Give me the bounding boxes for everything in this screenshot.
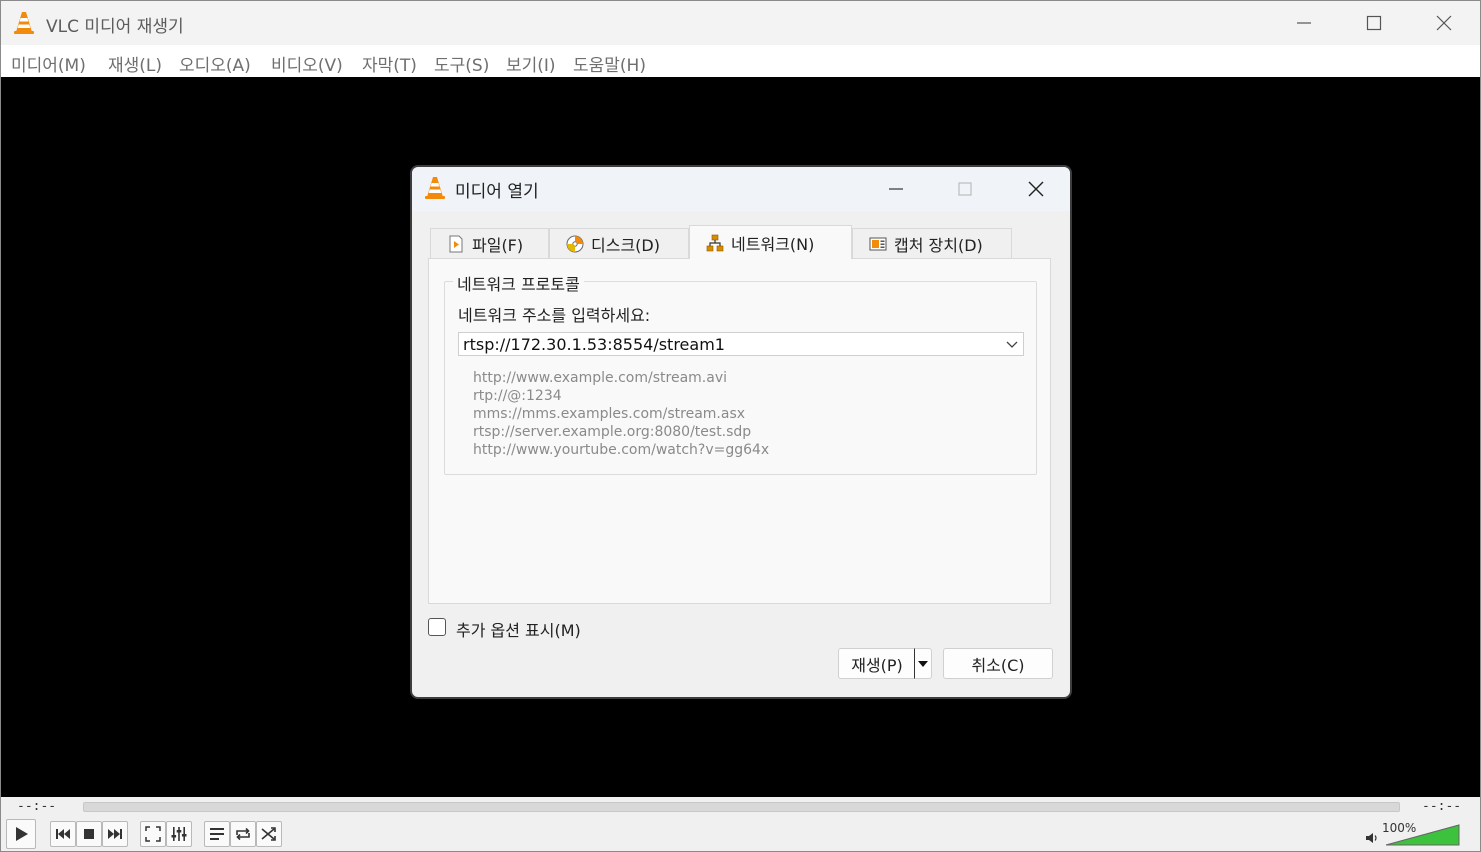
- network-address-combobox[interactable]: [458, 332, 1024, 356]
- dialog-title-bar: 미디어 열기: [412, 167, 1070, 211]
- play-options-dropdown[interactable]: [914, 648, 932, 679]
- menu-tools[interactable]: 도구(S): [434, 51, 489, 76]
- network-icon: [706, 234, 724, 251]
- show-more-options-label[interactable]: 추가 옵션 표시(M): [456, 617, 581, 641]
- play-icon: [16, 827, 28, 841]
- stop-icon: [84, 829, 94, 839]
- tab-network-label: 네트워크(N): [731, 234, 815, 254]
- vlc-cone-icon: [425, 177, 445, 199]
- equalizer-icon: [171, 827, 187, 841]
- tab-capture-device-label: 캡처 장치(D): [894, 235, 983, 255]
- elapsed-time: --:--: [17, 799, 57, 814]
- example-urls: http://www.example.com/stream.avi rtp://…: [473, 369, 769, 459]
- playlist-button[interactable]: [204, 821, 230, 847]
- example-url: mms://mms.examples.com/stream.asx: [473, 406, 746, 422]
- dialog-close-button[interactable]: [1006, 167, 1066, 211]
- previous-button[interactable]: [50, 821, 76, 847]
- tab-file-label: 파일(F): [472, 235, 524, 255]
- maximize-button[interactable]: [1339, 1, 1409, 45]
- menu-help[interactable]: 도움말(H): [573, 51, 646, 76]
- close-button[interactable]: [1409, 1, 1479, 45]
- cancel-button[interactable]: 취소(C): [943, 648, 1053, 679]
- network-protocol-group: 네트워크 프로토콜 네트워크 주소를 입력하세요: http://www.exa…: [444, 271, 1037, 475]
- loop-button[interactable]: [230, 821, 256, 847]
- minimize-icon: [889, 188, 903, 190]
- fullscreen-icon: [145, 826, 161, 842]
- menu-view[interactable]: 보기(I): [506, 51, 556, 76]
- previous-icon: [56, 829, 70, 839]
- loop-icon: [236, 827, 250, 841]
- menu-video[interactable]: 비디오(V): [271, 51, 343, 76]
- group-title: 네트워크 프로토콜: [453, 271, 584, 295]
- fullscreen-button[interactable]: [140, 821, 166, 847]
- example-url: http://www.yourtube.com/watch?v=gg64x: [473, 442, 770, 458]
- network-tab-panel: 네트워크 프로토콜 네트워크 주소를 입력하세요: http://www.exa…: [428, 258, 1051, 604]
- menu-bar: 미디어(M) 재생(L) 오디오(A) 비디오(V) 자막(T) 도구(S) 보…: [1, 45, 1480, 77]
- shuffle-icon: [261, 827, 276, 841]
- speaker-icon[interactable]: [1365, 831, 1379, 845]
- example-url: rtp://@:1234: [473, 388, 562, 404]
- minimize-icon: [1297, 22, 1311, 24]
- tab-capture-device[interactable]: 캡처 장치(D): [852, 228, 1012, 258]
- dialog-title: 미디어 열기: [455, 182, 539, 202]
- address-label: 네트워크 주소를 입력하세요:: [458, 306, 651, 325]
- shuffle-button[interactable]: [256, 821, 282, 847]
- playback-controls: --:-- --:-- 100%: [1, 797, 1480, 851]
- play-dialog-button[interactable]: 재생(P): [838, 648, 915, 679]
- disc-icon: [566, 235, 584, 252]
- next-button[interactable]: [102, 821, 128, 847]
- maximize-icon: [1366, 15, 1382, 31]
- next-icon: [108, 829, 122, 839]
- tab-file[interactable]: 파일(F): [430, 228, 549, 258]
- remaining-time[interactable]: --:--: [1422, 799, 1461, 814]
- capture-icon: [869, 237, 887, 250]
- chevron-down-icon[interactable]: [1005, 337, 1019, 351]
- seek-slider[interactable]: [83, 802, 1400, 812]
- dialog-minimize-button[interactable]: [866, 167, 926, 211]
- play-button[interactable]: [6, 819, 36, 849]
- example-url: rtsp://server.example.org:8080/test.sdp: [473, 424, 752, 440]
- menu-playback[interactable]: 재생(L): [108, 51, 162, 76]
- minimize-button[interactable]: [1269, 1, 1339, 45]
- volume-slider[interactable]: [1386, 824, 1460, 846]
- dialog-maximize-button: [935, 167, 995, 211]
- close-icon: [1028, 181, 1044, 197]
- title-bar: VLC 미디어 재생기: [1, 1, 1480, 45]
- close-icon: [1436, 15, 1452, 31]
- playlist-icon: [210, 828, 224, 840]
- menu-audio[interactable]: 오디오(A): [179, 51, 251, 76]
- show-more-options-checkbox[interactable]: [428, 618, 446, 636]
- caret-down-icon: [918, 660, 928, 667]
- tab-disc-label: 디스크(D): [591, 235, 660, 255]
- tab-network[interactable]: 네트워크(N): [689, 225, 852, 259]
- example-url: http://www.example.com/stream.avi: [473, 370, 727, 386]
- stop-button[interactable]: [76, 821, 102, 847]
- menu-media[interactable]: 미디어(M): [11, 51, 86, 76]
- tab-disc[interactable]: 디스크(D): [549, 228, 689, 258]
- network-address-input[interactable]: [463, 333, 983, 355]
- extended-settings-button[interactable]: [166, 821, 192, 847]
- open-media-dialog: 미디어 열기 파일(F) 디스크(D) 네트워크(N) 캡처 장치(D) 네트워…: [410, 165, 1072, 699]
- file-icon: [449, 235, 463, 252]
- menu-subtitle[interactable]: 자막(T): [362, 51, 417, 76]
- maximize-icon: [958, 182, 972, 196]
- window-title: VLC 미디어 재생기: [46, 17, 184, 37]
- vlc-cone-icon: [14, 12, 34, 34]
